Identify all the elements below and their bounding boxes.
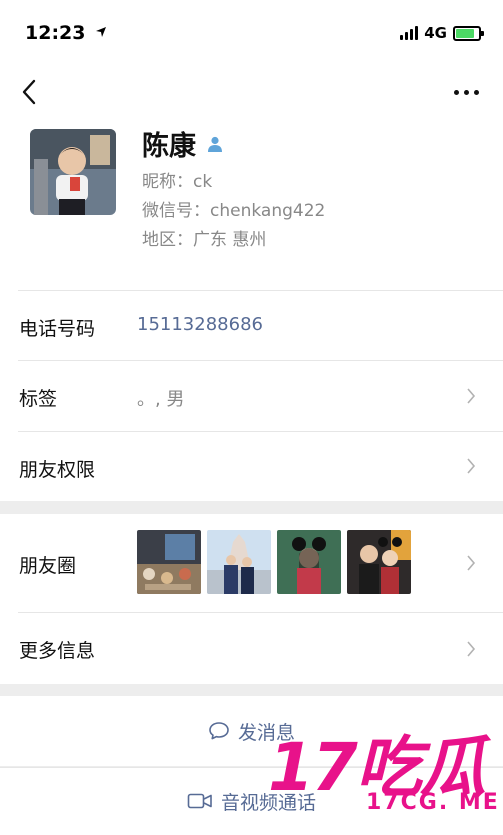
profile-header: 陈康 昵称：ck 微信号：chenkang422 地区：广东 惠州: [0, 120, 503, 290]
phone-row[interactable]: 电话号码 15113288686: [0, 290, 503, 360]
status-time: 12:23: [25, 22, 107, 44]
more-info-label: 更多信息: [19, 640, 96, 662]
chevron-right-icon: [467, 641, 476, 657]
name-row: 陈康: [142, 124, 224, 163]
contact-name: 陈康: [142, 131, 196, 162]
status-time-text: 12:23: [25, 22, 86, 44]
more-button[interactable]: [454, 78, 479, 106]
signal-icon: [400, 26, 419, 40]
network-label: 4G: [424, 24, 447, 42]
nickname-line: 昵称：ck: [142, 172, 213, 192]
back-button[interactable]: [14, 76, 44, 108]
avatar[interactable]: [30, 129, 116, 215]
chevron-right-icon: [467, 458, 476, 474]
moment-photo[interactable]: [277, 530, 341, 594]
watermark-logo: 17吃瓜 17CG. ME: [268, 728, 503, 835]
phone-number[interactable]: 15113288686: [137, 314, 263, 335]
permissions-label: 朋友权限: [19, 459, 96, 481]
chevron-right-icon: [467, 388, 476, 404]
battery-fill: [456, 28, 474, 38]
more-dots-icon: [454, 89, 479, 95]
moment-photo[interactable]: [137, 530, 201, 594]
moments-row[interactable]: 朋友圈: [0, 514, 503, 612]
more-info-row[interactable]: 更多信息: [0, 612, 503, 684]
divider: [18, 360, 503, 361]
wechat-id-line: 微信号：chenkang422: [142, 201, 326, 221]
avatar-image: [30, 129, 116, 215]
status-indicators: 4G: [400, 24, 484, 42]
status-bar: 12:23 4G: [0, 0, 503, 66]
chevron-left-icon: [22, 79, 36, 105]
chat-bubble-icon: [209, 722, 229, 740]
person-male-icon: [208, 136, 222, 152]
video-camera-icon: [187, 793, 212, 809]
moments-label: 朋友圈: [19, 555, 77, 577]
permissions-row[interactable]: 朋友权限: [0, 431, 503, 501]
battery-icon: [453, 25, 484, 41]
location-arrow-icon: [96, 27, 107, 37]
moment-photo[interactable]: [347, 530, 411, 594]
nav-bar: [0, 66, 503, 120]
moment-photo[interactable]: [207, 530, 271, 594]
phone-label: 电话号码: [19, 318, 96, 340]
chevron-right-icon: [467, 555, 476, 571]
tags-value: 。, 男: [137, 389, 185, 410]
tags-row[interactable]: 标签 。, 男: [0, 360, 503, 431]
watermark-small: 17CG. ME: [366, 790, 500, 815]
tags-label: 标签: [19, 388, 58, 410]
divider: [18, 431, 503, 432]
region-line: 地区：广东 惠州: [142, 230, 267, 250]
divider: [18, 612, 503, 613]
moments-thumbnails: [137, 530, 411, 594]
divider: [18, 290, 503, 291]
